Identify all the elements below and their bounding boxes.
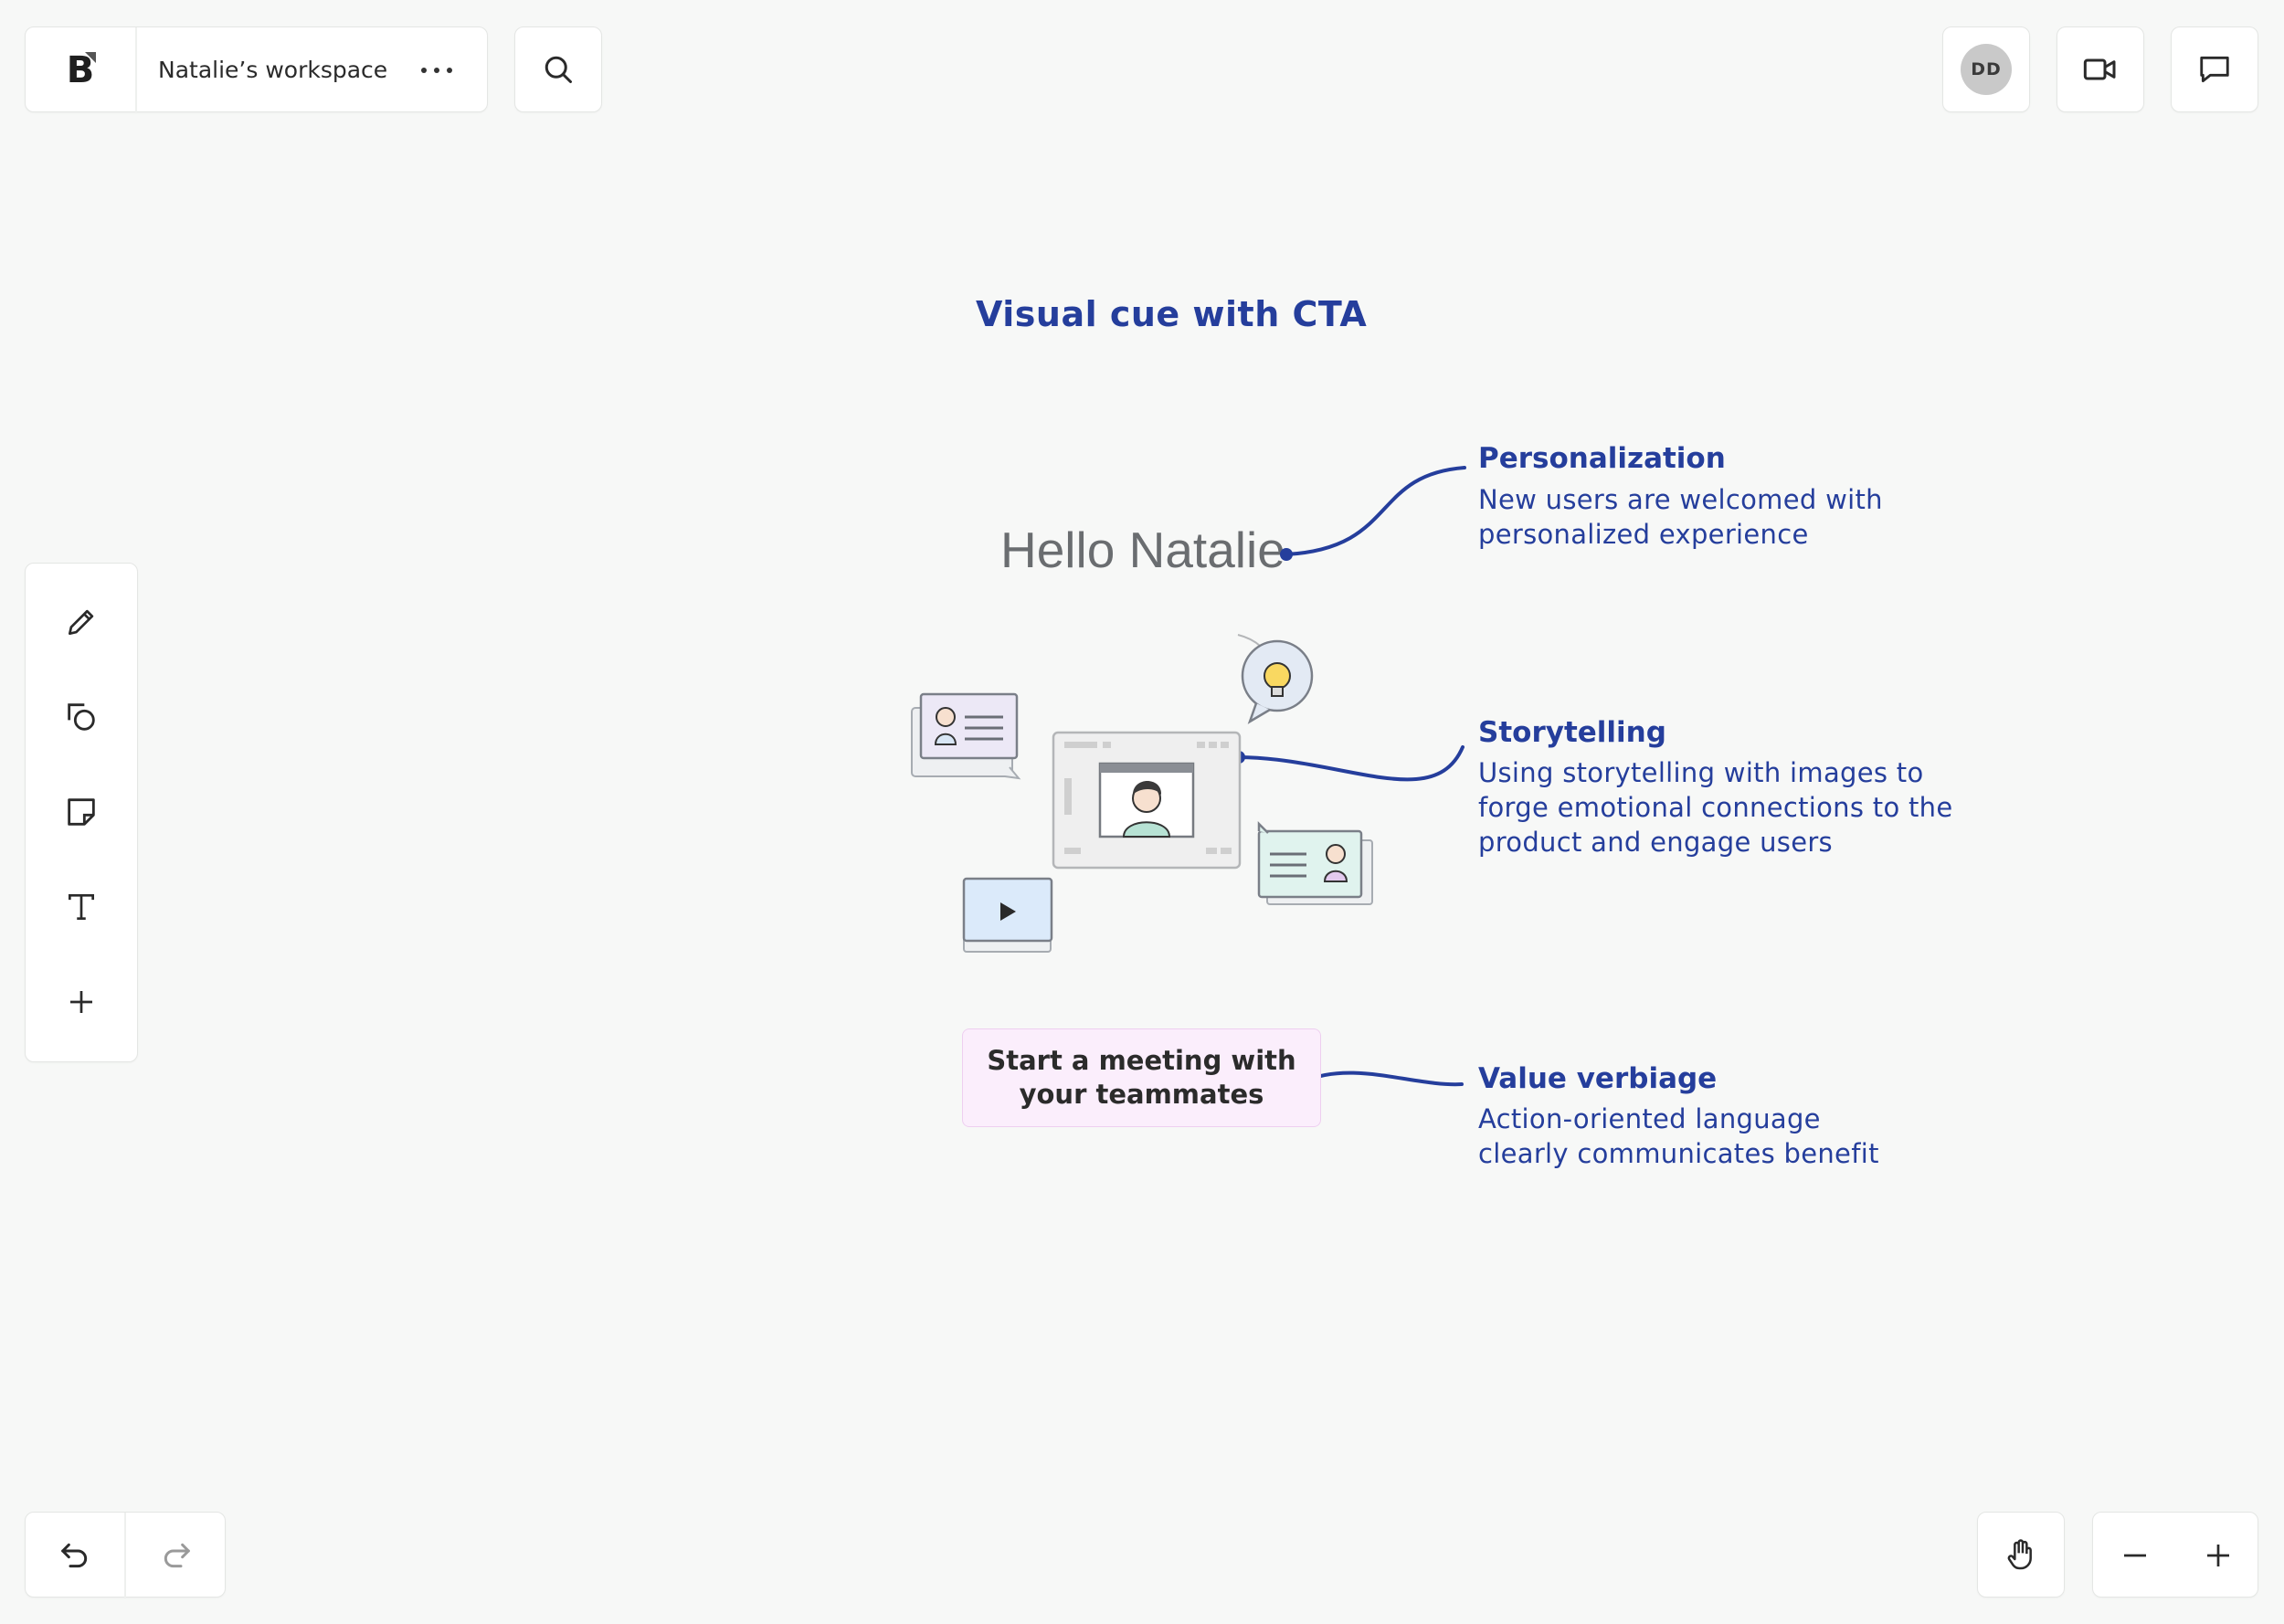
zoom-in-button[interactable] bbox=[2176, 1513, 2259, 1598]
sticky-note-tool[interactable] bbox=[26, 775, 137, 849]
more-icon-dot bbox=[434, 68, 439, 73]
note-title-value-verbiage[interactable]: Value verbiage bbox=[1478, 1062, 1717, 1095]
user-avatar-button[interactable]: DD bbox=[1942, 26, 2030, 112]
lightbulb-icon bbox=[1237, 634, 1314, 724]
video-call-button[interactable] bbox=[2057, 26, 2144, 112]
storytelling-illustration[interactable] bbox=[904, 630, 1416, 959]
hand-icon bbox=[2007, 1539, 2032, 1570]
more-icon-dot bbox=[447, 68, 452, 73]
video-camera-icon bbox=[2083, 58, 2116, 80]
zoom-out-button[interactable] bbox=[2093, 1513, 2176, 1598]
add-tool[interactable] bbox=[26, 965, 137, 1039]
greeting-text[interactable]: Hello Natalie bbox=[1000, 521, 1285, 579]
shapes-tool[interactable] bbox=[26, 680, 137, 754]
logo-button[interactable]: B bbox=[26, 27, 137, 113]
canvas-title[interactable]: Visual cue with CTA bbox=[976, 294, 1367, 334]
history-controls bbox=[25, 1512, 226, 1598]
zoom-controls bbox=[2092, 1512, 2258, 1598]
video-window-illustration bbox=[1052, 731, 1242, 870]
more-icon bbox=[421, 68, 427, 73]
avatar: DD bbox=[1961, 44, 2012, 95]
connector-personalization bbox=[1285, 466, 1466, 556]
undo-icon bbox=[61, 1543, 88, 1568]
redo-icon bbox=[164, 1543, 190, 1568]
workspace-menu-button[interactable] bbox=[409, 53, 464, 88]
play-video-illustration bbox=[962, 877, 1053, 953]
comment-icon bbox=[2200, 56, 2229, 83]
pan-tool-button[interactable] bbox=[1977, 1512, 2065, 1598]
text-icon bbox=[68, 893, 95, 921]
pencil-tool[interactable] bbox=[26, 585, 137, 659]
note-title-personalization[interactable]: Personalization bbox=[1478, 442, 1726, 475]
redo-button[interactable] bbox=[126, 1513, 227, 1598]
comments-button[interactable] bbox=[2171, 26, 2258, 112]
note-body-storytelling[interactable]: Using storytelling with images to forge … bbox=[1478, 755, 1953, 859]
zoom-out-icon bbox=[2123, 1554, 2146, 1557]
note-body-personalization[interactable]: New users are welcomed with personalized… bbox=[1478, 482, 1883, 552]
note-title-storytelling[interactable]: Storytelling bbox=[1478, 716, 1666, 749]
note-body-value-verbiage[interactable]: Action-oriented language clearly communi… bbox=[1478, 1102, 1879, 1171]
connector-value bbox=[1303, 1070, 1464, 1087]
left-toolbar bbox=[25, 563, 138, 1062]
search-icon bbox=[545, 56, 572, 83]
sticky-note-icon bbox=[68, 798, 95, 826]
zoom-in-icon bbox=[2206, 1545, 2229, 1566]
workspace-name[interactable]: Natalie’s workspace bbox=[158, 27, 387, 113]
undo-button[interactable] bbox=[26, 1513, 126, 1598]
plus-icon bbox=[70, 991, 92, 1013]
pencil-icon bbox=[68, 609, 94, 636]
logo-arrow-icon bbox=[85, 52, 96, 63]
contact-card-illustration bbox=[1257, 820, 1373, 905]
text-tool[interactable] bbox=[26, 870, 137, 944]
search-button[interactable] bbox=[514, 26, 602, 112]
shapes-icon bbox=[68, 703, 95, 731]
start-meeting-cta-button[interactable]: Start a meeting with your teammates bbox=[962, 1028, 1321, 1127]
profile-card-illustration bbox=[911, 692, 1021, 780]
workspace-header: B Natalie’s workspace bbox=[25, 26, 488, 113]
